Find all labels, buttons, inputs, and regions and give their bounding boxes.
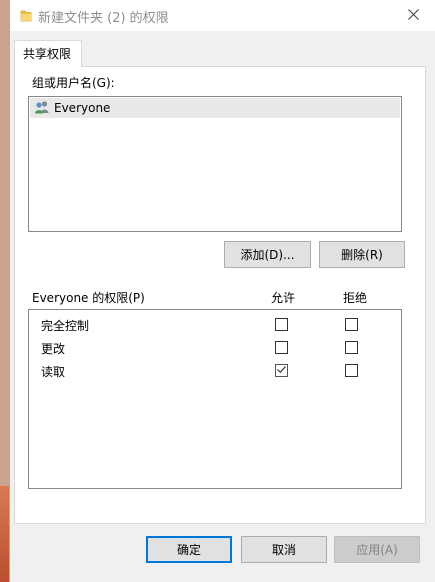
apply-label: 应用(A)	[356, 543, 398, 557]
tab-label: 共享权限	[23, 47, 72, 61]
cancel-label: 取消	[271, 543, 296, 557]
allow-column-header: 允许	[271, 291, 296, 305]
permission-name: 更改	[41, 342, 66, 356]
permission-row-read: 读取	[29, 360, 401, 382]
cancel-button[interactable]: 取消	[241, 536, 327, 563]
apply-button[interactable]: 应用(A)	[334, 536, 420, 563]
permissions-dialog: 新建文件夹 (2) 的权限 共享权限 组或用户名(G): Everyone 添加…	[9, 0, 435, 582]
allow-change-checkbox[interactable]	[275, 341, 288, 354]
permission-row-change: 更改	[29, 337, 401, 359]
add-user-label: 添加(D)...	[240, 248, 295, 262]
title-bar: 新建文件夹 (2) 的权限	[10, 0, 435, 31]
close-icon	[407, 8, 419, 23]
add-user-button[interactable]: 添加(D)...	[224, 241, 311, 268]
permission-name: 读取	[41, 365, 66, 379]
deny-read-checkbox[interactable]	[345, 364, 358, 377]
tab-share-permissions[interactable]: 共享权限	[14, 40, 82, 67]
ok-label: 确定	[176, 543, 201, 557]
users-icon	[34, 100, 50, 117]
folder-icon	[20, 9, 32, 25]
users-label: 组或用户名(G):	[32, 76, 115, 90]
ok-button[interactable]: 确定	[146, 536, 232, 563]
checkmark-icon	[276, 364, 287, 378]
allow-read-checkbox[interactable]	[275, 364, 288, 377]
user-list[interactable]: Everyone	[28, 96, 402, 232]
close-button[interactable]	[390, 0, 435, 31]
user-name: Everyone	[54, 101, 111, 115]
allow-full-control-checkbox[interactable]	[275, 318, 288, 331]
list-item[interactable]: Everyone	[30, 98, 400, 118]
permission-row-full-control: 完全控制	[29, 314, 401, 336]
deny-column-header: 拒绝	[343, 291, 368, 305]
permissions-label: Everyone 的权限(P)	[32, 291, 145, 305]
permissions-list: 完全控制 更改 读取	[28, 309, 402, 489]
permission-name: 完全控制	[41, 319, 90, 333]
window-title: 新建文件夹 (2) 的权限	[38, 11, 169, 26]
remove-user-button[interactable]: 删除(R)	[319, 241, 405, 268]
remove-user-label: 删除(R)	[341, 248, 383, 262]
deny-change-checkbox[interactable]	[345, 341, 358, 354]
deny-full-control-checkbox[interactable]	[345, 318, 358, 331]
